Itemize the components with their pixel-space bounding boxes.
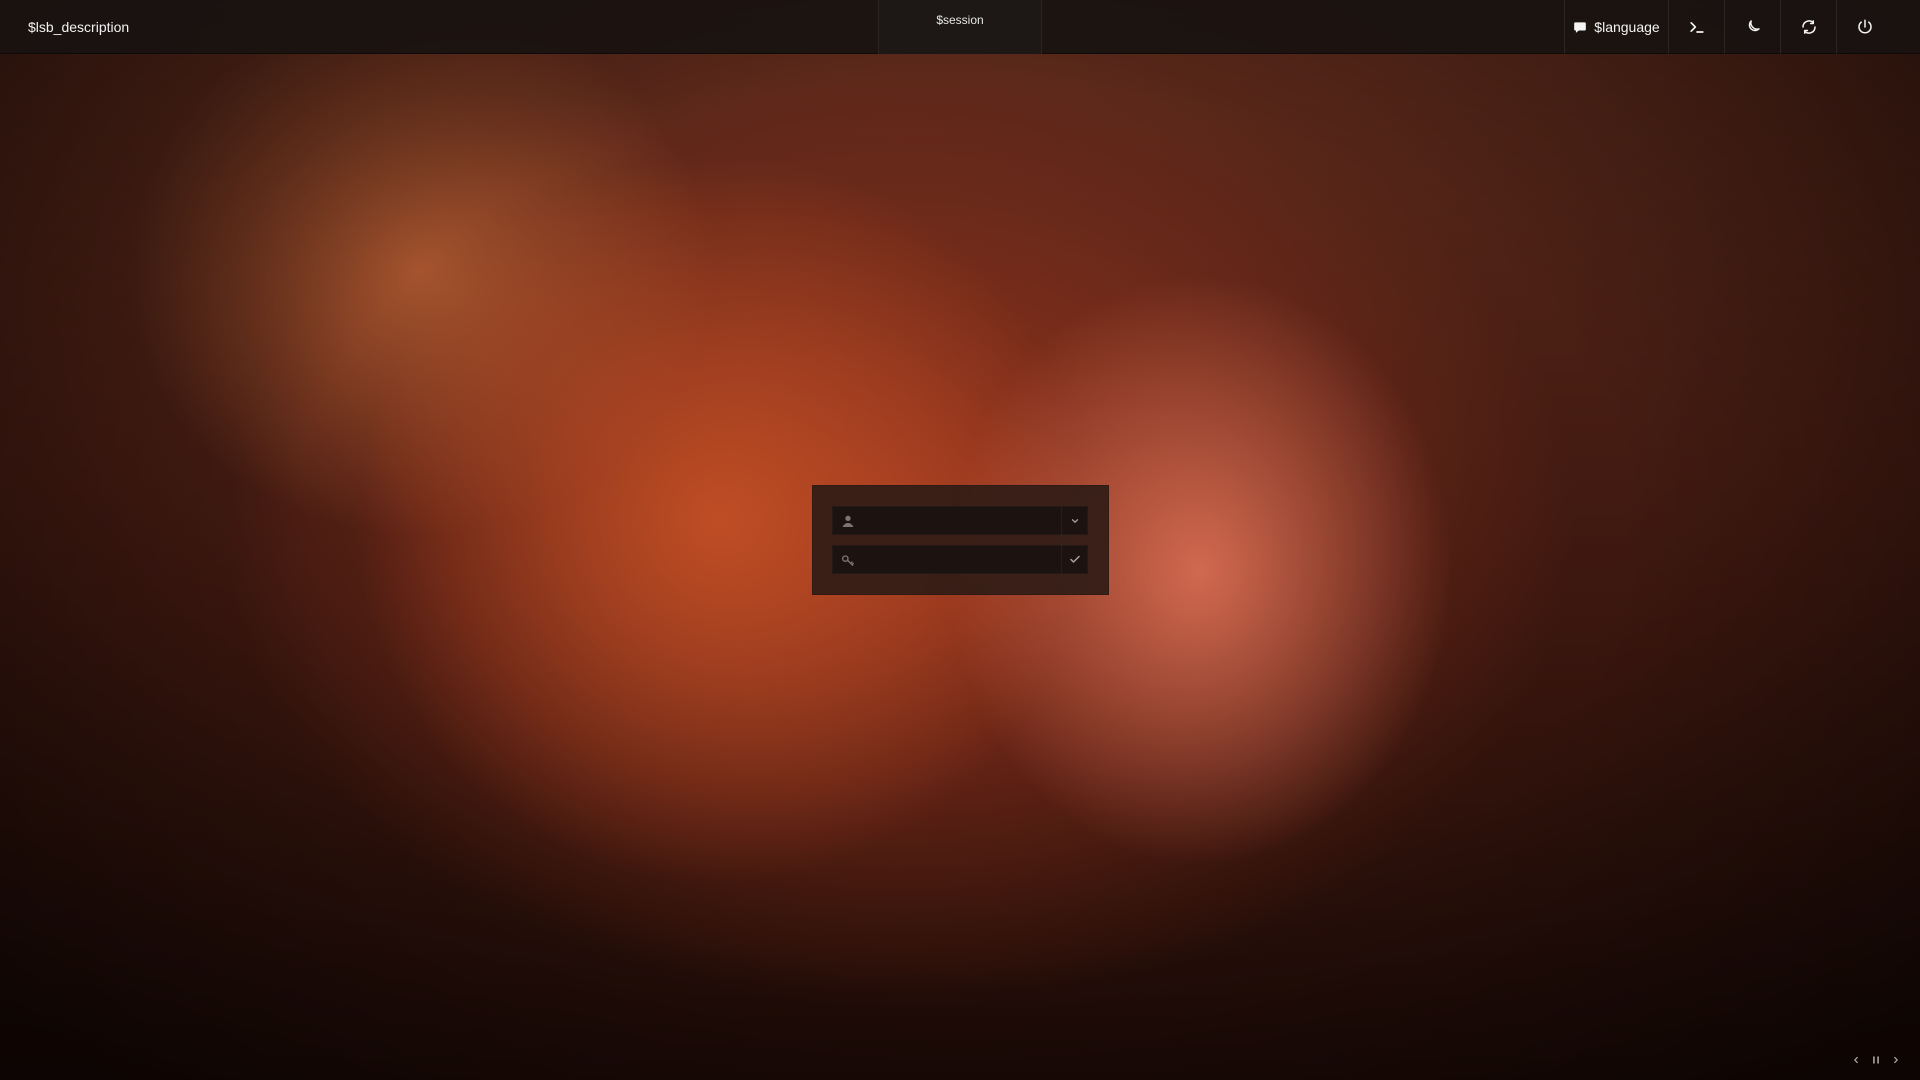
next-background-button[interactable]: [1890, 1053, 1902, 1065]
session-selector[interactable]: $session: [878, 0, 1042, 54]
chevron-left-icon: [1851, 1050, 1861, 1069]
login-submit-button[interactable]: [1062, 545, 1088, 574]
top-right-controls: $language: [1564, 0, 1892, 54]
terminal-button[interactable]: [1668, 0, 1724, 54]
refresh-icon: [1800, 18, 1818, 36]
power-button[interactable]: [1836, 0, 1892, 54]
username-field[interactable]: [832, 506, 1088, 535]
user-dropdown-button[interactable]: [1062, 506, 1088, 535]
language-button[interactable]: $language: [1564, 0, 1668, 54]
login-panel: [812, 485, 1109, 595]
key-icon: [840, 552, 856, 568]
pause-background-button[interactable]: [1870, 1053, 1882, 1065]
chevron-down-icon: [1070, 511, 1080, 530]
pause-icon: [1871, 1050, 1881, 1069]
chevron-right-icon: [1891, 1050, 1901, 1069]
lsb-description: $lsb_description: [28, 19, 130, 35]
terminal-icon: [1687, 17, 1707, 37]
password-field[interactable]: [832, 545, 1088, 574]
previous-background-button[interactable]: [1850, 1053, 1862, 1065]
moon-icon: [1744, 18, 1762, 36]
background-slideshow-controls: [1850, 1053, 1902, 1065]
top-bar: $lsb_description $session $language: [0, 0, 1920, 54]
checkmark-icon: [1069, 550, 1081, 569]
password-input[interactable]: [862, 545, 1058, 574]
suspend-button[interactable]: [1724, 0, 1780, 54]
language-label: $language: [1594, 19, 1660, 35]
power-icon: [1856, 18, 1874, 36]
user-icon: [840, 513, 856, 529]
username-input[interactable]: [862, 506, 1058, 535]
restart-button[interactable]: [1780, 0, 1836, 54]
speech-bubble-icon: [1573, 20, 1587, 34]
